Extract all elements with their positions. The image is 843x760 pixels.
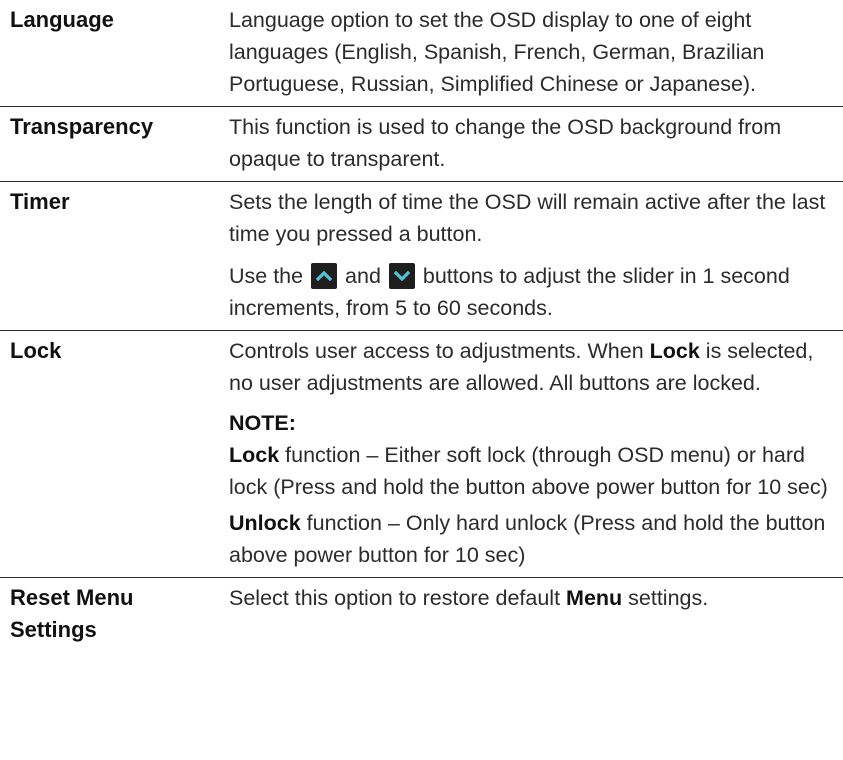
term-transparency: Transparency — [10, 114, 154, 139]
desc-timer-text: Sets the length of time the OSD will rem… — [229, 190, 826, 246]
desc-reset-text: Select this option to restore default Me… — [229, 582, 837, 614]
desc-reset-part1: Select this option to restore default — [229, 586, 567, 610]
term-reset-line1: Reset Menu — [10, 585, 134, 610]
desc-lock-text: Controls user access to adjustments. Whe… — [229, 335, 837, 399]
table-row-transparency: Transparency This function is used to ch… — [0, 107, 843, 182]
term-timer: Timer — [10, 189, 70, 214]
settings-table: Language Language option to set the OSD … — [0, 0, 843, 652]
note-unlock: Unlock function – Only hard unlock (Pres… — [229, 507, 837, 571]
term-lock: Lock — [10, 338, 62, 363]
desc-timer: Sets the length of time the OSD will rem… — [188, 186, 843, 324]
note-lock: Lock function – Either soft lock (throug… — [229, 439, 837, 503]
desc-transparency-text: This function is used to change the OSD … — [229, 115, 782, 171]
table-row-lock: Lock Controls user access to adjustments… — [0, 331, 843, 578]
table-row-language: Language Language option to set the OSD … — [0, 0, 843, 107]
desc-timer-adjust-part2: and — [339, 264, 387, 288]
down-arrow-button-icon — [388, 263, 415, 289]
desc-language: Language option to set the OSD display t… — [188, 4, 843, 100]
table-row-timer: Timer Sets the length of time the OSD wi… — [0, 182, 843, 331]
desc-reset-bold: Menu — [566, 586, 623, 610]
desc-reset-part2: settings. — [622, 586, 709, 610]
up-arrow-button-icon — [311, 263, 338, 289]
desc-lock: Controls user access to adjustments. Whe… — [188, 335, 843, 571]
table-row-reset-menu-settings: Reset Menu Settings Select this option t… — [0, 578, 843, 652]
desc-lock-part1: Controls user access to adjustments. Whe… — [229, 339, 650, 363]
note-title: NOTE: — [229, 411, 296, 435]
desc-timer-adjust-part1: Use the — [229, 264, 310, 288]
note-unlock-bold: Unlock — [229, 511, 301, 535]
term-reset-menu-settings: Reset Menu Settings — [0, 582, 188, 646]
term-reset-line2: Settings — [10, 617, 97, 642]
desc-language-text: Language option to set the OSD display t… — [229, 8, 765, 96]
note-unlock-text: function – Only hard unlock (Press and h… — [229, 511, 826, 567]
desc-reset-menu-settings: Select this option to restore default Me… — [188, 582, 843, 646]
desc-lock-bold: Lock — [649, 339, 700, 363]
desc-timer-adjust: Use the and buttons to adjust the slider… — [229, 260, 837, 324]
note-lock-bold: Lock — [229, 443, 280, 467]
desc-transparency: This function is used to change the OSD … — [188, 111, 843, 175]
note-lock-text: function – Either soft lock (through OSD… — [229, 443, 828, 499]
term-language: Language — [10, 7, 114, 32]
